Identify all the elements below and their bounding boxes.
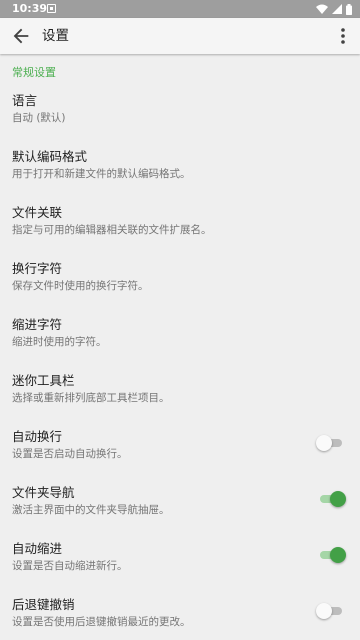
pref-summary: 用于打开和新建文件的默认编码格式。: [12, 168, 191, 180]
pref-default-encoding[interactable]: 默认编码格式 用于打开和新建文件的默认编码格式。: [0, 149, 360, 205]
pref-title: 文件夹导航: [12, 485, 75, 500]
pref-summary: 设置是否使用后退键撤销最近的更改。: [12, 616, 191, 628]
switch-thumb: [316, 435, 332, 451]
signal-icon: [332, 4, 342, 14]
status-bar: 10:39: [0, 0, 360, 18]
pref-summary: 激活主界面中的文件夹导航抽屉。: [12, 504, 170, 516]
pref-title: 自动换行: [12, 429, 63, 444]
pref-summary: 选择或重新排列底部工具栏项目。: [12, 392, 170, 404]
pref-summary: 缩进时使用的字符。: [12, 336, 107, 348]
pref-language[interactable]: 语言 自动 (默认): [0, 93, 360, 149]
back-key-undo-switch[interactable]: [316, 601, 344, 621]
pref-title: 默认编码格式: [12, 149, 88, 164]
status-time: 10:39: [12, 2, 48, 15]
pref-title: 缩进字符: [12, 317, 63, 332]
pref-folder-navigation[interactable]: 文件夹导航 激活主界面中的文件夹导航抽屉。: [0, 485, 360, 541]
app-bar: 设置: [0, 18, 360, 54]
pref-word-wrap[interactable]: 自动换行 设置是否启动自动换行。: [0, 429, 360, 485]
pref-title: 后退键撤销: [12, 597, 75, 612]
pref-summary: 保存文件时使用的换行字符。: [12, 280, 149, 292]
pref-file-association[interactable]: 文件关联 指定与可用的编辑器相关联的文件扩展名。: [0, 205, 360, 261]
pref-summary: 自动 (默认): [12, 112, 66, 124]
notification-icon: [47, 4, 56, 13]
auto-indent-switch[interactable]: [318, 545, 346, 565]
pref-title: 换行字符: [12, 261, 63, 276]
pref-title: 语言: [12, 93, 38, 108]
more-vert-icon[interactable]: [336, 25, 350, 47]
page-title: 设置: [42, 28, 69, 44]
word-wrap-switch[interactable]: [316, 433, 344, 453]
pref-auto-indent[interactable]: 自动缩进 设置是否自动缩进新行。: [0, 541, 360, 597]
pref-mini-toolbar[interactable]: 迷你工具栏 选择或重新排列底部工具栏项目。: [0, 373, 360, 429]
switch-thumb: [316, 603, 332, 619]
pref-back-key-undo[interactable]: 后退键撤销 设置是否使用后退键撤销最近的更改。: [0, 597, 360, 640]
switch-thumb: [330, 547, 346, 563]
pref-summary: 设置是否启动自动换行。: [12, 448, 128, 460]
category-header: 常规设置: [12, 66, 56, 79]
wifi-icon: [316, 4, 328, 14]
system-icons: [316, 3, 352, 15]
folder-navigation-switch[interactable]: [318, 489, 346, 509]
battery-icon: [346, 3, 352, 15]
switch-thumb: [330, 491, 346, 507]
pref-summary: 设置是否自动缩进新行。: [12, 560, 128, 572]
pref-line-break[interactable]: 换行字符 保存文件时使用的换行字符。: [0, 261, 360, 317]
pref-title: 迷你工具栏: [12, 373, 75, 388]
pref-title: 文件关联: [12, 205, 63, 220]
pref-indent-char[interactable]: 缩进字符 缩进时使用的字符。: [0, 317, 360, 373]
pref-summary: 指定与可用的编辑器相关联的文件扩展名。: [12, 224, 212, 236]
arrow-back-icon[interactable]: [10, 25, 32, 47]
pref-title: 自动缩进: [12, 541, 63, 556]
